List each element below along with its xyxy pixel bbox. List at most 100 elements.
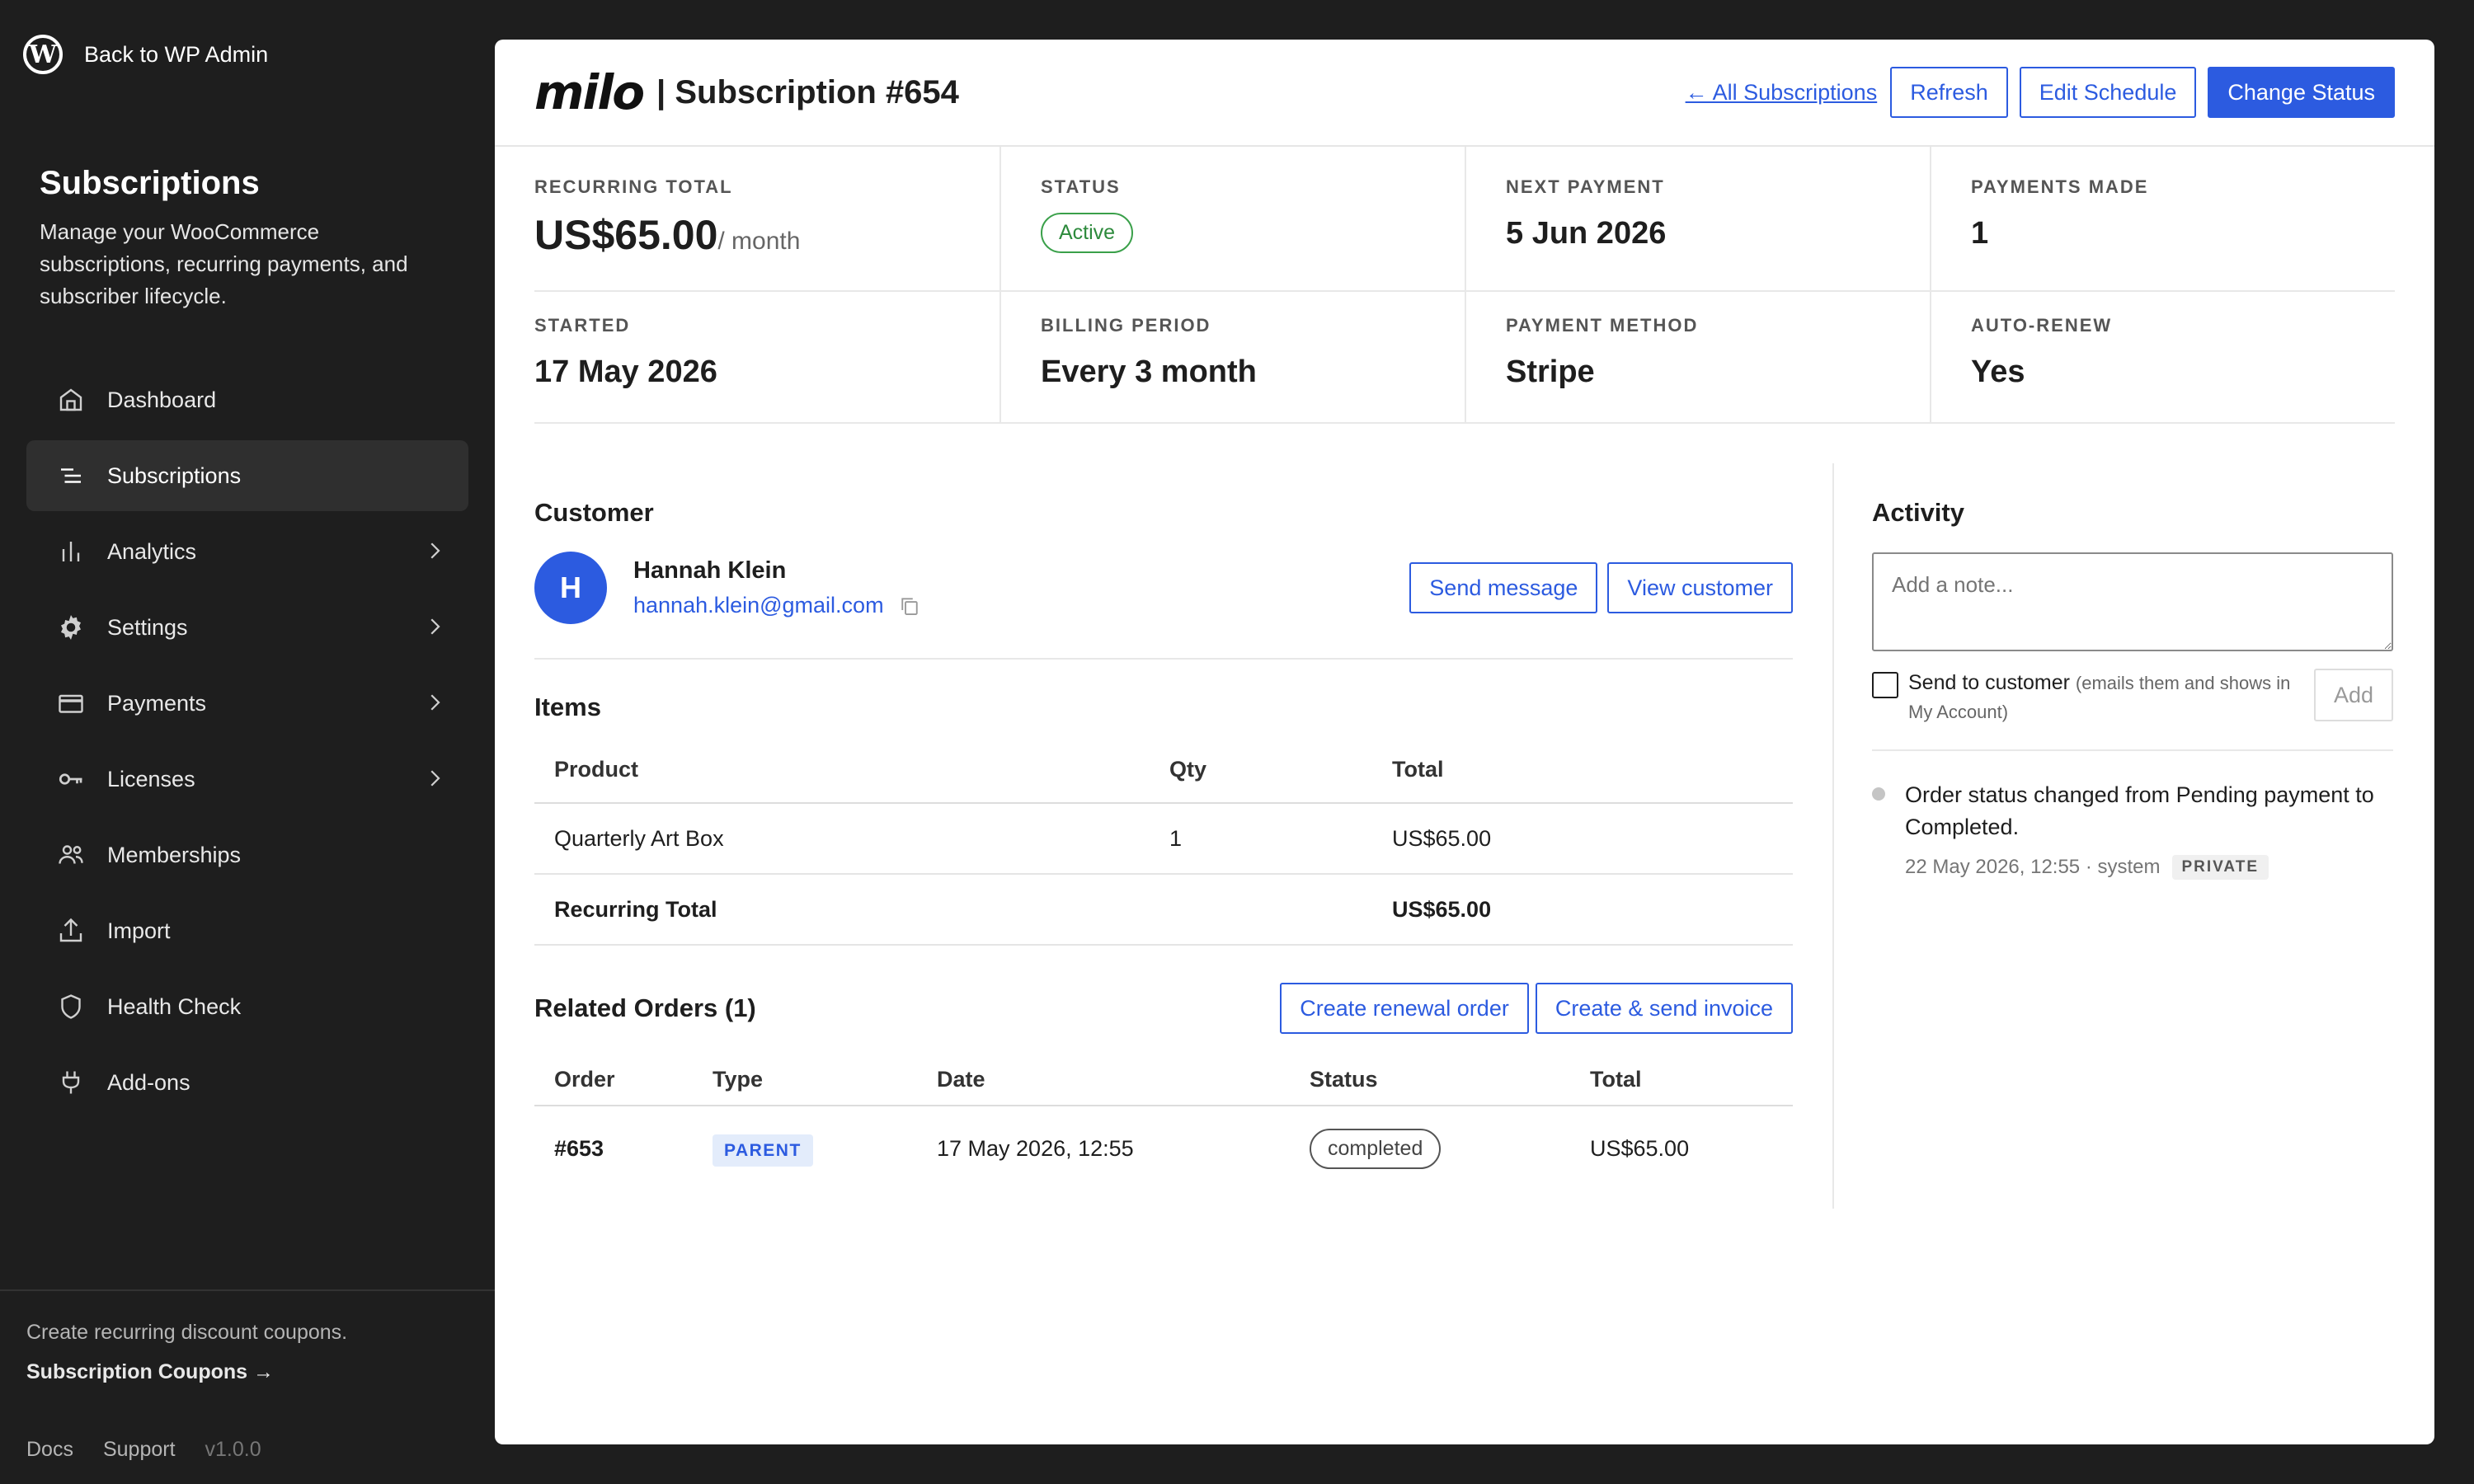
upload-icon bbox=[56, 916, 86, 946]
create-renewal-order-button[interactable]: Create renewal order bbox=[1280, 983, 1529, 1034]
key-icon bbox=[56, 764, 86, 794]
stat-value: Every 3 month bbox=[1041, 355, 1257, 389]
add-note-button[interactable]: Add bbox=[2314, 669, 2393, 721]
sidebar-item-label: Import bbox=[107, 918, 171, 943]
change-status-button[interactable]: Change Status bbox=[2208, 67, 2395, 118]
all-subscriptions-link[interactable]: ← All Subscriptions bbox=[1686, 80, 1878, 106]
sidebar-item-add-ons[interactable]: Add-ons bbox=[26, 1047, 468, 1118]
table-header-row: Order Type Date Status Total bbox=[534, 1041, 1793, 1106]
section-divider bbox=[534, 658, 1793, 660]
column-header: Status bbox=[1310, 1067, 1378, 1092]
sidebar-item-analytics[interactable]: Analytics bbox=[26, 516, 468, 587]
stat-value: Stripe bbox=[1506, 355, 1595, 389]
stats-row: STARTED 17 May 2026 BILLING PERIOD Every… bbox=[534, 292, 2395, 424]
column-header: Type bbox=[713, 1067, 764, 1092]
column-header: Total bbox=[1590, 1067, 1642, 1092]
table-row[interactable]: #653 PARENT 17 May 2026, 12:55 completed… bbox=[534, 1106, 1793, 1191]
column-header: Date bbox=[937, 1067, 985, 1092]
stat-value: 5 Jun 2026 bbox=[1506, 216, 1667, 251]
sidebar-item-import[interactable]: Import bbox=[26, 895, 468, 966]
column-header: Qty bbox=[1169, 757, 1207, 782]
main-column: Customer H Hannah Klein hannah.klein@gma… bbox=[534, 463, 1793, 1191]
activity-entry-text: Order status changed from Pending paymen… bbox=[1905, 782, 2374, 839]
related-orders-header: Related Orders (1) Create renewal order … bbox=[534, 982, 1793, 1035]
stat-label: STARTED bbox=[534, 315, 631, 336]
sidebar-item-subscriptions[interactable]: Subscriptions bbox=[26, 440, 468, 511]
order-status-badge: completed bbox=[1310, 1129, 1442, 1169]
chevron-right-icon bbox=[430, 618, 440, 635]
sidebar-item-health-check[interactable]: Health Check bbox=[26, 971, 468, 1042]
back-to-wp-admin-link[interactable]: W Back to WP Admin bbox=[23, 35, 268, 74]
sidebar: W Back to WP Admin Subscriptions Manage … bbox=[0, 0, 495, 1484]
qty-cell: 1 bbox=[1169, 825, 1183, 851]
sidebar-item-settings[interactable]: Settings bbox=[26, 592, 468, 663]
stat-status: STATUS Active bbox=[999, 147, 1465, 290]
column-header: Order bbox=[554, 1067, 615, 1092]
refresh-button[interactable]: Refresh bbox=[1890, 67, 2008, 118]
recurring-total-row: Recurring Total US$65.00 bbox=[534, 874, 1793, 945]
stat-started: STARTED 17 May 2026 bbox=[534, 292, 999, 422]
sidebar-heading: Subscriptions bbox=[40, 165, 260, 201]
view-customer-button[interactable]: View customer bbox=[1607, 562, 1793, 613]
type-cell: PARENT bbox=[693, 1106, 917, 1191]
total-value-cell: US$65.00 bbox=[1392, 896, 1492, 922]
sidebar-item-label: Add-ons bbox=[107, 1069, 190, 1095]
customer-email-link[interactable]: hannah.klein@gmail.com bbox=[633, 593, 884, 618]
edit-schedule-button[interactable]: Edit Schedule bbox=[2019, 67, 2197, 118]
stat-label: STATUS bbox=[1041, 176, 1121, 197]
stat-label: RECURRING TOTAL bbox=[534, 176, 733, 197]
page-title: | Subscription #654 bbox=[656, 73, 959, 110]
sidebar-item-label: Licenses bbox=[107, 766, 195, 791]
subscription-coupons-link[interactable]: Subscription Coupons → bbox=[26, 1360, 274, 1384]
sidebar-item-payments[interactable]: Payments bbox=[26, 668, 468, 739]
users-icon bbox=[56, 840, 86, 870]
docs-link[interactable]: Docs bbox=[26, 1438, 73, 1462]
total-label-cell: Recurring Total bbox=[554, 896, 717, 922]
sidebar-item-label: Health Check bbox=[107, 993, 242, 1019]
avatar: H bbox=[534, 552, 607, 624]
copy-icon[interactable] bbox=[897, 594, 922, 618]
stat-payment-method: PAYMENT METHOD Stripe bbox=[1465, 292, 1930, 422]
stat-recurring-total: RECURRING TOTAL US$65.00/ month bbox=[534, 147, 999, 290]
sidebar-item-memberships[interactable]: Memberships bbox=[26, 819, 468, 890]
shield-icon bbox=[56, 992, 86, 1021]
bar-chart-icon bbox=[56, 537, 86, 566]
sidebar-description: Manage your WooCommerce subscriptions, r… bbox=[40, 219, 408, 308]
sidebar-divider bbox=[0, 1289, 495, 1291]
customer-row: H Hannah Klein hannah.klein@gmail.com Se… bbox=[534, 551, 1793, 625]
stat-value: Yes bbox=[1971, 355, 2025, 389]
order-number-link[interactable]: #653 bbox=[534, 1106, 693, 1191]
version-label: v1.0.0 bbox=[205, 1438, 261, 1461]
activity-entry-body: Order status changed from Pending paymen… bbox=[1905, 779, 2393, 880]
customer-email-line: hannah.klein@gmail.com bbox=[633, 593, 922, 618]
column-header: Total bbox=[1392, 757, 1444, 782]
product-cell: Quarterly Art Box bbox=[554, 825, 724, 851]
brand-logo: milo bbox=[534, 64, 645, 120]
stat-value: US$65.00/ month bbox=[534, 211, 999, 259]
add-note-input[interactable] bbox=[1872, 552, 2393, 651]
customer-actions: Send message View customer bbox=[1409, 562, 1793, 613]
create-send-invoice-button[interactable]: Create & send invoice bbox=[1535, 983, 1793, 1034]
support-link[interactable]: Support bbox=[103, 1438, 176, 1462]
sidebar-item-label: Subscriptions bbox=[107, 463, 242, 488]
related-actions: Create renewal order Create & send invoi… bbox=[1280, 983, 1793, 1034]
customer-info: Hannah Klein hannah.klein@gmail.com bbox=[633, 557, 922, 618]
table-row: Quarterly Art Box 1 US$65.00 bbox=[534, 803, 1793, 874]
sidebar-nav: Dashboard Subscriptions Analytics Settin… bbox=[26, 364, 468, 1123]
stats-row: RECURRING TOTAL US$65.00/ month STATUS A… bbox=[534, 147, 2395, 292]
stat-value: 17 May 2026 bbox=[534, 355, 717, 389]
stat-label: BILLING PERIOD bbox=[1041, 315, 1211, 336]
stat-payments-made: PAYMENTS MADE 1 bbox=[1930, 147, 2395, 290]
send-to-customer-checkbox[interactable] bbox=[1872, 672, 1898, 698]
activity-entry-meta: 22 May 2026, 12:55 · system PRIVATE bbox=[1905, 855, 2393, 880]
empty-cell bbox=[1150, 874, 1372, 945]
sidebar-item-dashboard[interactable]: Dashboard bbox=[26, 364, 468, 435]
stat-next-payment: NEXT PAYMENT 5 Jun 2026 bbox=[1465, 147, 1930, 290]
table-header-row: Product Qty Total bbox=[534, 737, 1793, 803]
sidebar-item-licenses[interactable]: Licenses bbox=[26, 744, 468, 815]
chevron-right-icon bbox=[430, 694, 440, 711]
stats-grid: RECURRING TOTAL US$65.00/ month STATUS A… bbox=[534, 147, 2395, 424]
order-total-cell: US$65.00 bbox=[1590, 1136, 1690, 1161]
items-section-title: Items bbox=[534, 693, 601, 721]
send-message-button[interactable]: Send message bbox=[1409, 562, 1598, 613]
